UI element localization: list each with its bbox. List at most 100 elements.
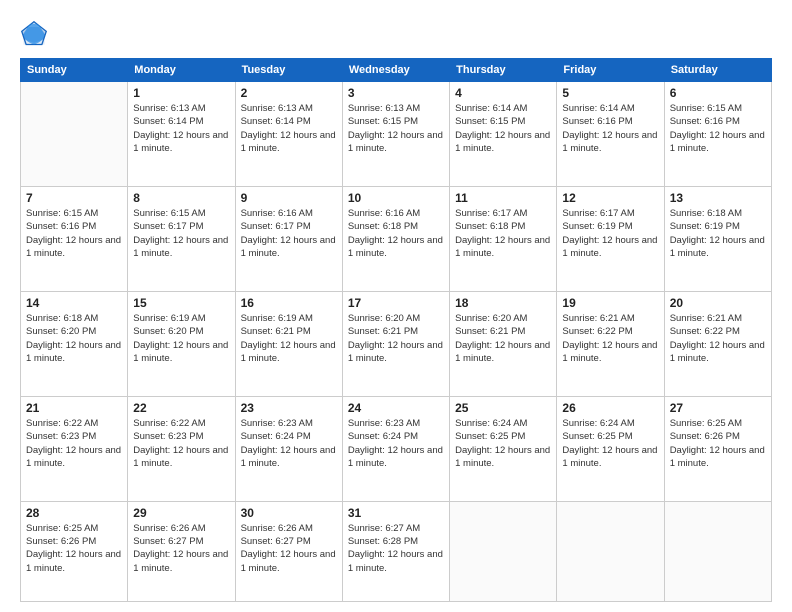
day-info: Sunrise: 6:17 AMSunset: 6:18 PMDaylight:… xyxy=(455,207,551,260)
header-saturday: Saturday xyxy=(664,59,771,82)
day-info: Sunrise: 6:21 AMSunset: 6:22 PMDaylight:… xyxy=(670,312,766,365)
cell-w0-d3: 3Sunrise: 6:13 AMSunset: 6:15 PMDaylight… xyxy=(342,82,449,187)
cell-w0-d2: 2 Sunrise: 6:13 AMSunset: 6:14 PMDaylight… xyxy=(235,82,342,187)
calendar-header: SundayMondayTuesdayWednesdayThursdayFrid… xyxy=(21,59,772,82)
day-number: 24 xyxy=(348,401,444,415)
cell-w4-d6 xyxy=(664,501,771,601)
cell-w2-d2: 16 Sunrise: 6:19 AMSunset: 6:21 PMDayligh… xyxy=(235,291,342,396)
logo xyxy=(20,20,52,48)
cell-w1-d2: 9Sunrise: 6:16 AMSunset: 6:17 PMDaylight… xyxy=(235,186,342,291)
cell-w1-d1: 8 Sunrise: 6:15 AMSunset: 6:17 PMDaylight… xyxy=(128,186,235,291)
day-number: 11 xyxy=(455,191,551,205)
day-info: Sunrise: 6:20 AMSunset: 6:21 PMDaylight:… xyxy=(455,312,551,365)
day-info: Sunrise: 6:22 AMSunset: 6:23 PMDaylight:… xyxy=(133,417,229,470)
header xyxy=(20,20,772,48)
day-number: 21 xyxy=(26,401,122,415)
day-info: Sunrise: 6:18 AMSunset: 6:20 PMDaylight:… xyxy=(26,312,122,365)
day-info: Sunrise: 6:24 AMSunset: 6:25 PMDaylight:… xyxy=(562,417,658,470)
day-number: 25 xyxy=(455,401,551,415)
day-info: Sunrise: 6:16 AMSunset: 6:17 PMDaylight:… xyxy=(241,207,337,260)
header-wednesday: Wednesday xyxy=(342,59,449,82)
cell-w4-d2: 30 Sunrise: 6:26 AMSunset: 6:27 PMDayligh… xyxy=(235,501,342,601)
cell-w1-d5: 12Sunrise: 6:17 AMSunset: 6:19 PMDayligh… xyxy=(557,186,664,291)
cell-w1-d3: 10 Sunrise: 6:16 AMSunset: 6:18 PMDayligh… xyxy=(342,186,449,291)
cell-w4-d1: 29 Sunrise: 6:26 AMSunset: 6:27 PMDayligh… xyxy=(128,501,235,601)
cell-w2-d6: 20 Sunrise: 6:21 AMSunset: 6:22 PMDayligh… xyxy=(664,291,771,396)
logo-icon xyxy=(20,20,48,48)
day-number: 23 xyxy=(241,401,337,415)
header-row: SundayMondayTuesdayWednesdayThursdayFrid… xyxy=(21,59,772,82)
day-info: Sunrise: 6:20 AMSunset: 6:21 PMDaylight:… xyxy=(348,312,444,365)
cell-w4-d3: 31Sunrise: 6:27 AMSunset: 6:28 PMDayligh… xyxy=(342,501,449,601)
day-info: Sunrise: 6:13 AMSunset: 6:15 PMDaylight:… xyxy=(348,102,444,155)
day-info: Sunrise: 6:23 AMSunset: 6:24 PMDaylight:… xyxy=(241,417,337,470)
day-info: Sunrise: 6:15 AMSunset: 6:17 PMDaylight:… xyxy=(133,207,229,260)
day-info: Sunrise: 6:25 AMSunset: 6:26 PMDaylight:… xyxy=(26,522,122,575)
cell-w2-d0: 14 Sunrise: 6:18 AMSunset: 6:20 PMDayligh… xyxy=(21,291,128,396)
day-info: Sunrise: 6:19 AMSunset: 6:21 PMDaylight:… xyxy=(241,312,337,365)
day-info: Sunrise: 6:26 AMSunset: 6:27 PMDaylight:… xyxy=(133,522,229,575)
day-number: 8 xyxy=(133,191,229,205)
day-number: 17 xyxy=(348,296,444,310)
day-info: Sunrise: 6:14 AMSunset: 6:15 PMDaylight:… xyxy=(455,102,551,155)
cell-w3-d6: 27Sunrise: 6:25 AMSunset: 6:26 PMDayligh… xyxy=(664,396,771,501)
cell-w3-d5: 26 Sunrise: 6:24 AMSunset: 6:25 PMDayligh… xyxy=(557,396,664,501)
day-info: Sunrise: 6:23 AMSunset: 6:24 PMDaylight:… xyxy=(348,417,444,470)
day-info: Sunrise: 6:26 AMSunset: 6:27 PMDaylight:… xyxy=(241,522,337,575)
week-row-0: 1 Sunrise: 6:13 AMSunset: 6:14 PMDaylight… xyxy=(21,82,772,187)
day-number: 4 xyxy=(455,86,551,100)
cell-w0-d1: 1 Sunrise: 6:13 AMSunset: 6:14 PMDaylight… xyxy=(128,82,235,187)
day-number: 16 xyxy=(241,296,337,310)
cell-w2-d1: 15 Sunrise: 6:19 AMSunset: 6:20 PMDayligh… xyxy=(128,291,235,396)
header-tuesday: Tuesday xyxy=(235,59,342,82)
day-number: 30 xyxy=(241,506,337,520)
cell-w2-d5: 19Sunrise: 6:21 AMSunset: 6:22 PMDayligh… xyxy=(557,291,664,396)
day-number: 19 xyxy=(562,296,658,310)
day-info: Sunrise: 6:24 AMSunset: 6:25 PMDaylight:… xyxy=(455,417,551,470)
day-info: Sunrise: 6:15 AMSunset: 6:16 PMDaylight:… xyxy=(26,207,122,260)
cell-w2-d3: 17 Sunrise: 6:20 AMSunset: 6:21 PMDayligh… xyxy=(342,291,449,396)
header-monday: Monday xyxy=(128,59,235,82)
day-number: 6 xyxy=(670,86,766,100)
cell-w0-d6: 6 Sunrise: 6:15 AMSunset: 6:16 PMDaylight… xyxy=(664,82,771,187)
page: SundayMondayTuesdayWednesdayThursdayFrid… xyxy=(0,0,792,612)
cell-w4-d4 xyxy=(450,501,557,601)
day-number: 5 xyxy=(562,86,658,100)
day-number: 12 xyxy=(562,191,658,205)
day-info: Sunrise: 6:22 AMSunset: 6:23 PMDaylight:… xyxy=(26,417,122,470)
calendar-body: 1 Sunrise: 6:13 AMSunset: 6:14 PMDaylight… xyxy=(21,82,772,602)
day-number: 2 xyxy=(241,86,337,100)
day-number: 1 xyxy=(133,86,229,100)
day-info: Sunrise: 6:13 AMSunset: 6:14 PMDaylight:… xyxy=(133,102,229,155)
week-row-4: 28Sunrise: 6:25 AMSunset: 6:26 PMDayligh… xyxy=(21,501,772,601)
cell-w2-d4: 18Sunrise: 6:20 AMSunset: 6:21 PMDayligh… xyxy=(450,291,557,396)
day-number: 10 xyxy=(348,191,444,205)
cell-w0-d0 xyxy=(21,82,128,187)
cell-w0-d5: 5Sunrise: 6:14 AMSunset: 6:16 PMDaylight… xyxy=(557,82,664,187)
week-row-1: 7Sunrise: 6:15 AMSunset: 6:16 PMDaylight… xyxy=(21,186,772,291)
header-sunday: Sunday xyxy=(21,59,128,82)
cell-w4-d0: 28Sunrise: 6:25 AMSunset: 6:26 PMDayligh… xyxy=(21,501,128,601)
day-number: 20 xyxy=(670,296,766,310)
day-number: 26 xyxy=(562,401,658,415)
day-info: Sunrise: 6:16 AMSunset: 6:18 PMDaylight:… xyxy=(348,207,444,260)
calendar-table: SundayMondayTuesdayWednesdayThursdayFrid… xyxy=(20,58,772,602)
day-number: 15 xyxy=(133,296,229,310)
day-number: 22 xyxy=(133,401,229,415)
day-info: Sunrise: 6:18 AMSunset: 6:19 PMDaylight:… xyxy=(670,207,766,260)
cell-w0-d4: 4 Sunrise: 6:14 AMSunset: 6:15 PMDaylight… xyxy=(450,82,557,187)
cell-w1-d0: 7Sunrise: 6:15 AMSunset: 6:16 PMDaylight… xyxy=(21,186,128,291)
header-friday: Friday xyxy=(557,59,664,82)
day-info: Sunrise: 6:15 AMSunset: 6:16 PMDaylight:… xyxy=(670,102,766,155)
cell-w3-d0: 21 Sunrise: 6:22 AMSunset: 6:23 PMDayligh… xyxy=(21,396,128,501)
day-number: 29 xyxy=(133,506,229,520)
week-row-3: 21 Sunrise: 6:22 AMSunset: 6:23 PMDayligh… xyxy=(21,396,772,501)
cell-w3-d1: 22 Sunrise: 6:22 AMSunset: 6:23 PMDayligh… xyxy=(128,396,235,501)
cell-w4-d5 xyxy=(557,501,664,601)
day-info: Sunrise: 6:19 AMSunset: 6:20 PMDaylight:… xyxy=(133,312,229,365)
cell-w3-d4: 25 Sunrise: 6:24 AMSunset: 6:25 PMDayligh… xyxy=(450,396,557,501)
day-info: Sunrise: 6:13 AMSunset: 6:14 PMDaylight:… xyxy=(241,102,337,155)
week-row-2: 14 Sunrise: 6:18 AMSunset: 6:20 PMDayligh… xyxy=(21,291,772,396)
day-number: 27 xyxy=(670,401,766,415)
day-number: 14 xyxy=(26,296,122,310)
